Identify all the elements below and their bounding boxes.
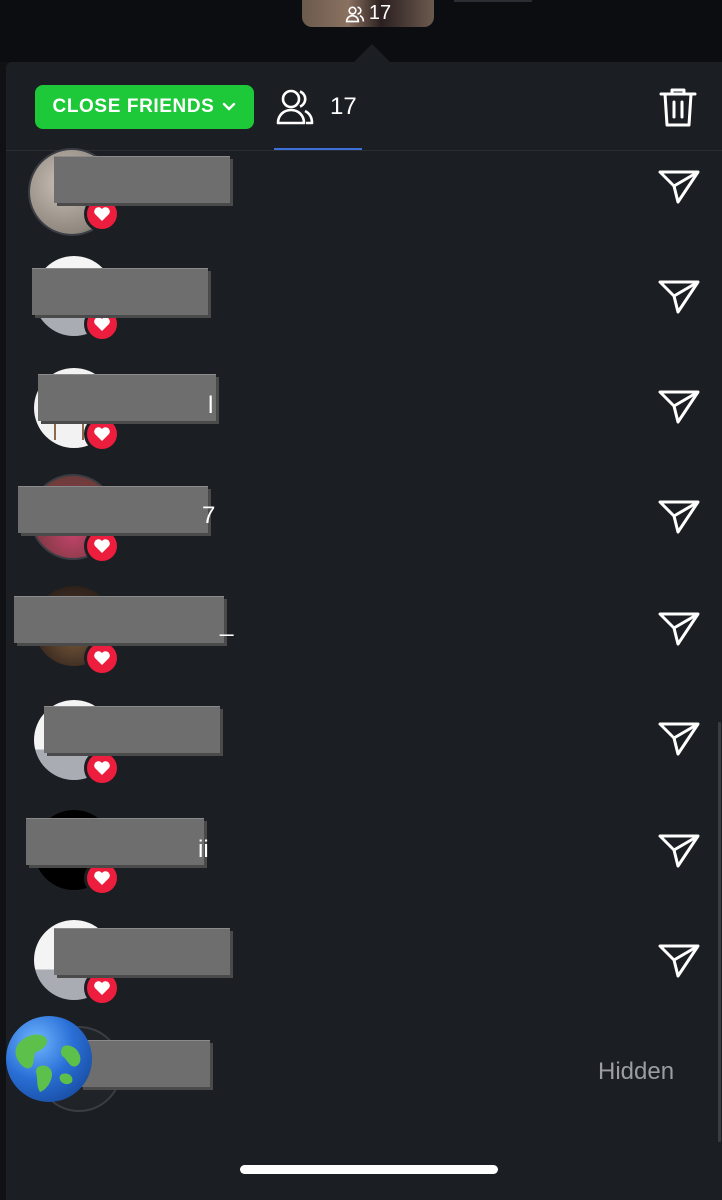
tab-viewers[interactable]: 17 xyxy=(274,84,357,130)
paper-plane-icon[interactable] xyxy=(656,166,702,206)
paper-plane-icon[interactable] xyxy=(656,496,702,536)
home-indicator[interactable] xyxy=(240,1165,498,1174)
heart-icon xyxy=(94,651,110,665)
people-icon xyxy=(276,89,314,125)
heart-icon xyxy=(94,427,110,441)
list-item[interactable]: 7 xyxy=(0,474,722,584)
username-tail: l xyxy=(208,392,214,419)
heart-icon xyxy=(94,871,110,885)
paper-plane-icon[interactable] xyxy=(656,718,702,758)
close-friend-badge xyxy=(84,860,120,896)
list-item[interactable] xyxy=(0,696,722,806)
people-small-icon xyxy=(345,6,365,22)
list-item[interactable] xyxy=(0,140,722,250)
username-tail: ii xyxy=(198,836,209,863)
list-item[interactable] xyxy=(0,916,722,1026)
username-tail: _ xyxy=(220,610,234,637)
divider xyxy=(454,0,532,2)
hidden-status: Hidden xyxy=(598,1058,675,1085)
chevron-down-icon xyxy=(223,102,236,111)
audience-label: CLOSE FRIENDS xyxy=(52,96,215,117)
redacted-name xyxy=(18,486,208,533)
close-friend-badge xyxy=(84,970,120,1006)
globe-continents-icon xyxy=(15,1034,81,1092)
close-friend-badge xyxy=(84,528,120,564)
globe-icon xyxy=(6,1016,92,1102)
list-item[interactable]: l xyxy=(0,364,722,474)
paper-plane-icon[interactable] xyxy=(656,276,702,316)
username-tail: 7 xyxy=(202,502,216,529)
heart-icon xyxy=(94,207,110,221)
list-item[interactable]: _ xyxy=(0,586,722,696)
redacted-name xyxy=(26,818,204,865)
redacted-name xyxy=(14,596,224,643)
paper-plane-icon[interactable] xyxy=(656,830,702,870)
list-item[interactable]: ii xyxy=(0,806,722,916)
redacted-name xyxy=(44,706,220,753)
redacted-name xyxy=(54,156,230,203)
redacted-name xyxy=(80,1040,210,1087)
close-friends-dropdown[interactable]: CLOSE FRIENDS xyxy=(35,85,254,129)
paper-plane-icon[interactable] xyxy=(656,608,702,648)
close-friend-badge xyxy=(84,750,120,786)
heart-icon xyxy=(94,981,110,995)
story-thumbnail[interactable]: 17 xyxy=(302,0,434,27)
heart-icon xyxy=(94,317,110,331)
viewers-count: 17 xyxy=(330,93,357,120)
story-viewer-count: 17 xyxy=(368,2,392,24)
close-friend-badge xyxy=(84,416,120,452)
paper-plane-icon[interactable] xyxy=(656,386,702,426)
sheet-pointer xyxy=(354,44,390,62)
redacted-name xyxy=(54,928,230,975)
close-friend-badge xyxy=(84,640,120,676)
redacted-name xyxy=(32,268,208,315)
heart-icon xyxy=(94,761,110,775)
trash-icon[interactable] xyxy=(658,86,698,128)
sheet-header: CLOSE FRIENDS 17 xyxy=(6,62,722,151)
paper-plane-icon[interactable] xyxy=(656,940,702,980)
list-item[interactable] xyxy=(0,252,722,362)
heart-icon xyxy=(94,539,110,553)
redacted-name xyxy=(38,374,216,421)
